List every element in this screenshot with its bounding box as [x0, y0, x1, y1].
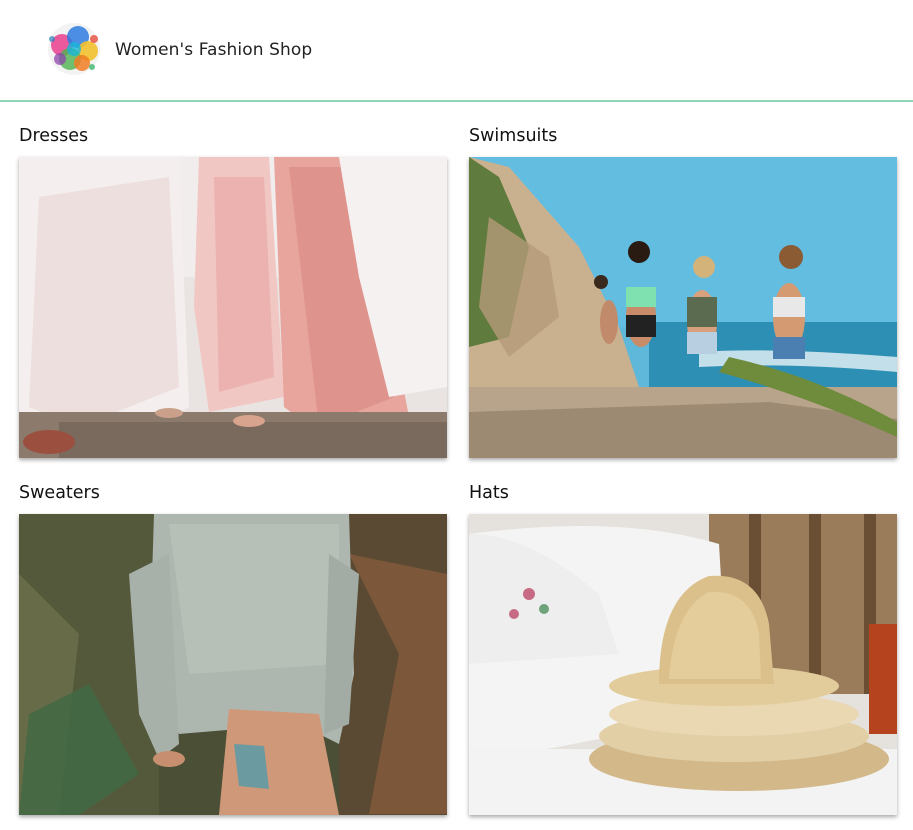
- category-title: Hats: [469, 483, 509, 503]
- sweaters-photo[interactable]: [19, 514, 447, 815]
- swimsuits-photo[interactable]: [469, 157, 897, 458]
- category-title: Dresses: [19, 126, 89, 146]
- category-title: Sweaters: [19, 483, 100, 503]
- brand-name[interactable]: Women's Fashion Shop: [115, 40, 312, 60]
- paint-splash-logo-icon[interactable]: [40, 15, 108, 83]
- hats-photo[interactable]: [469, 514, 897, 815]
- dresses-photo[interactable]: [19, 157, 447, 458]
- site-header: Women's Fashion Shop: [0, 0, 913, 102]
- category-title: Swimsuits: [469, 126, 558, 146]
